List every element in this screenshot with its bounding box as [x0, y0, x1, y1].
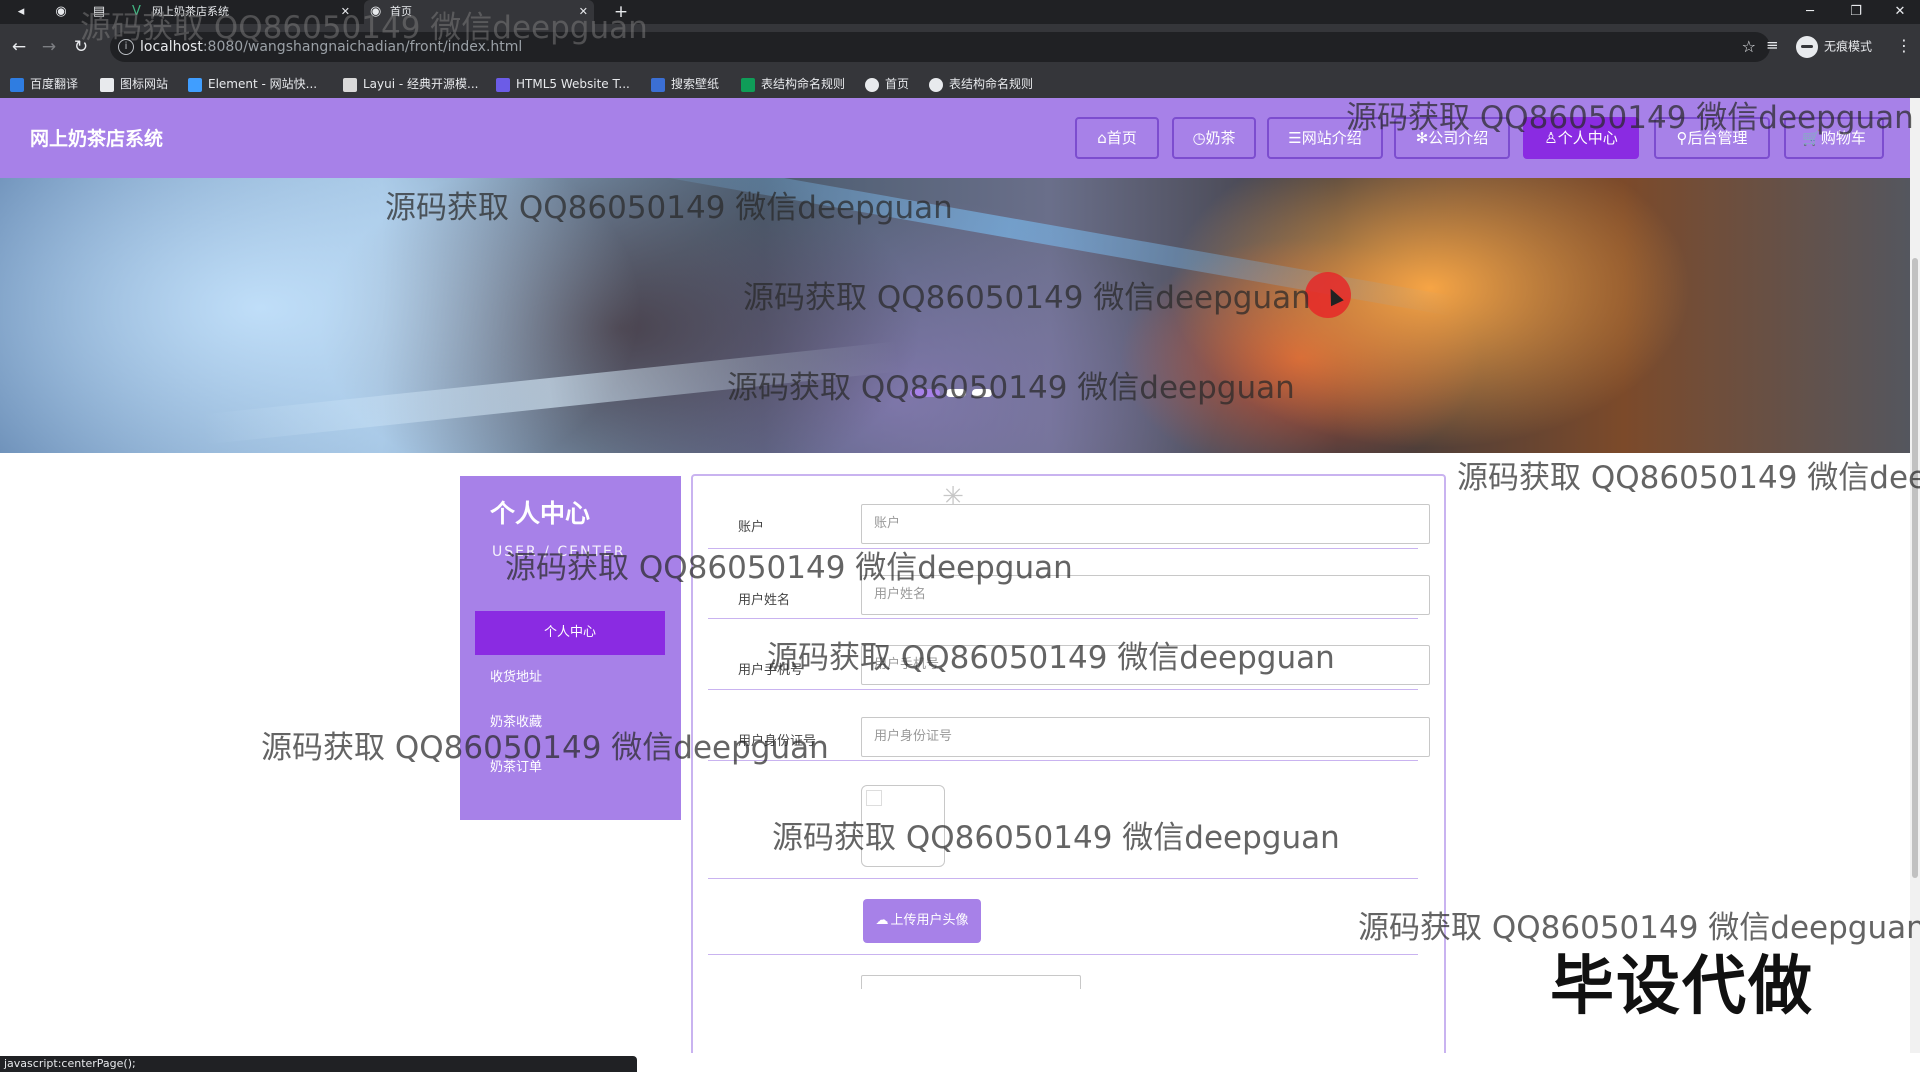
profile-form-panel: 账户 账户 用户姓名 用户姓名 用户手机号 用户手机号 用户身份证号 用户身份证… — [691, 474, 1446, 1053]
sidebar-item-address[interactable]: 收货地址 — [475, 656, 665, 700]
close-tab-icon[interactable]: ✕ — [579, 0, 588, 24]
loading-spinner-icon: ✳ — [942, 482, 964, 512]
sidebar-title: 个人中心 — [490, 499, 591, 528]
sidebar-item-personal-center[interactable]: 个人中心 — [475, 611, 665, 655]
avatar-preview[interactable] — [861, 785, 945, 867]
nav-company-intro[interactable]: ✻公司介绍 — [1394, 117, 1510, 159]
bookmark-star-icon[interactable]: ☆ — [1742, 37, 1756, 56]
globe-icon: ◉ — [370, 4, 382, 19]
bookmark-item[interactable]: Element - 网站快... — [188, 70, 317, 98]
sidebar-subtitle: USER / CENTER — [492, 544, 626, 560]
nav-milk-tea[interactable]: ◷奶茶 — [1172, 117, 1256, 159]
audio-icon[interactable]: ◂ — [12, 3, 30, 21]
forward-icon[interactable]: → — [38, 36, 60, 58]
reading-list-icon[interactable]: ≡ — [1766, 36, 1779, 54]
reload-icon[interactable]: ↻ — [70, 36, 92, 58]
promo-stamp: 毕设代做 — [1550, 950, 1814, 1024]
bookmark-item[interactable]: HTML5 Website T... — [496, 70, 630, 98]
nav-cart[interactable]: 🛒购物车 — [1784, 117, 1884, 159]
bookmark-item[interactable]: 百度翻译 — [10, 70, 78, 98]
incognito-indicator[interactable]: 无痕模式 — [1796, 36, 1872, 58]
new-tab-icon[interactable]: + — [612, 3, 630, 21]
form-row: 用户手机号 用户手机号 — [708, 619, 1430, 690]
form-row: 性别 — [708, 955, 1418, 1005]
site-header: 网上奶茶店系统 ⌂首页 ◷奶茶 ☰网站介绍 ♙个人中心 ✻公司介绍 ⚲后台管理 … — [0, 98, 1910, 178]
site-brand[interactable]: 网上奶茶店系统 — [30, 124, 163, 151]
tab-milk-tea-system[interactable]: V 网上奶茶店系统 ✕ — [126, 0, 356, 24]
tab-title: 网上奶茶店系统 — [152, 5, 229, 18]
site-info-icon[interactable]: i — [118, 39, 134, 55]
cloud-upload-icon: ☁ — [875, 913, 889, 928]
form-row: ☁ 上传用户头像 — [708, 879, 1418, 955]
carousel-banner[interactable] — [0, 178, 1910, 453]
bookmark-item[interactable]: Layui - 经典开源模... — [343, 70, 478, 98]
page-scrollbar[interactable] — [1910, 98, 1920, 1053]
back-icon[interactable]: ← — [8, 36, 30, 58]
browser-menu-icon[interactable]: ⋮ — [1896, 36, 1912, 55]
field-label: 用户手机号 — [738, 663, 804, 678]
carousel-dot[interactable] — [972, 389, 992, 397]
field-label: 账户 — [738, 520, 765, 535]
bookmark-item[interactable]: 首页 — [865, 70, 909, 98]
gender-select[interactable] — [861, 975, 1081, 989]
url-text: localhost:8080/wangshangnaichadian/front… — [140, 39, 523, 55]
tab-search-icon[interactable]: ▤ — [90, 3, 108, 21]
id-card-input[interactable]: 用户身份证号 — [861, 717, 1430, 757]
username-input[interactable]: 用户姓名 — [861, 575, 1430, 615]
close-window-icon[interactable]: ✕ — [1880, 0, 1920, 24]
tab-home[interactable]: ◉ 首页 ✕ — [364, 0, 594, 24]
bookmark-item[interactable]: 图标网站 — [100, 70, 168, 98]
field-label: 用户姓名 — [738, 593, 791, 608]
nav-personal-center[interactable]: ♙个人中心 — [1523, 117, 1639, 159]
upload-avatar-button[interactable]: ☁ 上传用户头像 — [863, 899, 981, 943]
bookmark-item[interactable]: 表结构命名规则 — [741, 70, 845, 98]
form-row: 账户 账户 — [708, 476, 1430, 549]
form-row — [708, 761, 1418, 879]
phone-input[interactable]: 用户手机号 — [861, 645, 1430, 685]
url-field[interactable]: i localhost:8080/wangshangnaichadian/fro… — [110, 32, 1770, 62]
field-label: 用户身份证号 — [738, 734, 817, 749]
status-bar: javascript:centerPage(); — [0, 1056, 637, 1072]
carousel-dot[interactable] — [946, 389, 966, 397]
globe-icon[interactable]: ◉ — [52, 3, 70, 21]
minimize-icon[interactable]: ─ — [1790, 0, 1830, 24]
nav-home[interactable]: ⌂首页 — [1075, 117, 1159, 159]
form-row: 用户姓名 用户姓名 — [708, 549, 1430, 619]
carousel-dot[interactable] — [910, 389, 940, 397]
restore-icon[interactable]: ❐ — [1836, 0, 1876, 24]
carousel-indicators — [910, 382, 998, 397]
incognito-icon — [1796, 36, 1818, 58]
page-viewport: 网上奶茶店系统 ⌂首页 ◷奶茶 ☰网站介绍 ♙个人中心 ✻公司介绍 ⚲后台管理 … — [0, 98, 1910, 1053]
bookmark-item[interactable]: 搜索壁纸 — [651, 70, 719, 98]
tab-title: 首页 — [390, 5, 412, 18]
sidebar-item-favorites[interactable]: 奶茶收藏 — [475, 701, 665, 745]
close-tab-icon[interactable]: ✕ — [341, 0, 350, 24]
nav-site-intro[interactable]: ☰网站介绍 — [1267, 117, 1383, 159]
sidebar-item-orders[interactable]: 奶茶订单 — [475, 746, 665, 790]
address-bar-row: ← → ↻ i localhost:8080/wangshangnaichadi… — [0, 24, 1920, 70]
form-row: 用户身份证号 用户身份证号 — [708, 690, 1430, 761]
nav-admin[interactable]: ⚲后台管理 — [1654, 117, 1770, 159]
bookmark-item[interactable]: 表结构命名规则 — [929, 70, 1033, 98]
browser-tab-strip: ◂ ◉ ▤ V 网上奶茶店系统 ✕ ◉ 首页 ✕ + ─ ❐ ✕ — [0, 0, 1920, 24]
vue-icon: V — [132, 4, 141, 19]
personal-center-sidebar: 个人中心 USER / CENTER 个人中心 收货地址 奶茶收藏 奶茶订单 — [460, 476, 681, 820]
bookmarks-bar: 百度翻译 图标网站 Element - 网站快... Layui - 经典开源模… — [0, 70, 1920, 98]
